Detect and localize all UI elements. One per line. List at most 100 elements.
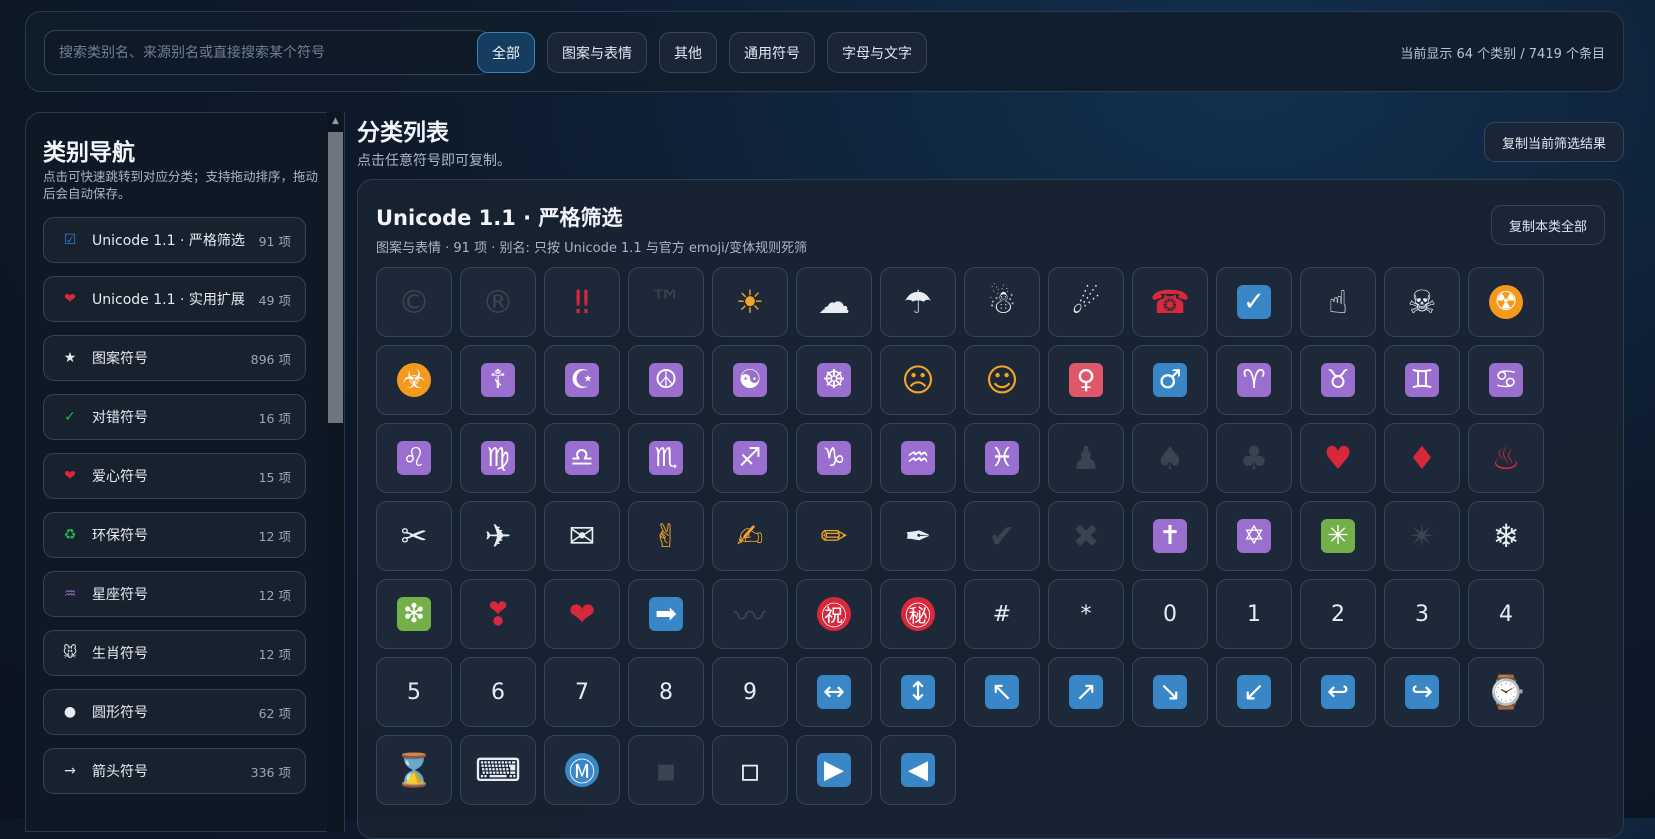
- symbol-cell[interactable]: ♦: [1384, 423, 1460, 493]
- symbol-cell[interactable]: ▫: [712, 735, 788, 805]
- sidebar-category-item[interactable]: ☑ Unicode 1.1 · 严格筛选 91 项: [43, 217, 306, 263]
- symbol-cell[interactable]: ✈: [460, 501, 536, 571]
- symbol-cell[interactable]: ❇: [376, 579, 452, 649]
- symbol-cell[interactable]: ♐: [712, 423, 788, 493]
- symbol-cell[interactable]: ♑: [796, 423, 872, 493]
- symbol-cell[interactable]: 2: [1300, 579, 1376, 649]
- symbol-cell[interactable]: ♋: [1468, 345, 1544, 415]
- symbol-cell[interactable]: ☃: [964, 267, 1040, 337]
- symbol-cell[interactable]: ☄: [1048, 267, 1124, 337]
- sidebar-category-item[interactable]: ❤ Unicode 1.1 · 实用扩展 49 项: [43, 276, 306, 322]
- symbol-cell[interactable]: ❣: [460, 579, 536, 649]
- symbol-cell[interactable]: ♒: [880, 423, 956, 493]
- filter-all-button[interactable]: 全部: [477, 32, 535, 73]
- symbol-cell[interactable]: ↪: [1384, 657, 1460, 727]
- symbol-cell[interactable]: ✔: [964, 501, 1040, 571]
- symbol-cell[interactable]: *: [1048, 579, 1124, 649]
- symbol-cell[interactable]: ♨: [1468, 423, 1544, 493]
- symbol-cell[interactable]: ♂: [1132, 345, 1208, 415]
- symbol-cell[interactable]: ↙: [1216, 657, 1292, 727]
- symbol-cell[interactable]: 8: [628, 657, 704, 727]
- symbol-cell[interactable]: ↕: [880, 657, 956, 727]
- symbol-cell[interactable]: ▪: [628, 735, 704, 805]
- symbol-cell[interactable]: ©: [376, 267, 452, 337]
- symbol-cell[interactable]: 〰: [712, 579, 788, 649]
- symbol-cell[interactable]: ☪: [544, 345, 620, 415]
- scroll-thumb[interactable]: [328, 132, 343, 423]
- symbol-cell[interactable]: ✂: [376, 501, 452, 571]
- symbol-cell[interactable]: ◀: [880, 735, 956, 805]
- symbol-cell[interactable]: ♏: [628, 423, 704, 493]
- symbol-cell[interactable]: ☢: [1468, 267, 1544, 337]
- sidebar-category-item[interactable]: ● 圆形符号 62 项: [43, 689, 306, 735]
- symbol-cell[interactable]: ↖: [964, 657, 1040, 727]
- filter-letters-button[interactable]: 字母与文字: [827, 32, 927, 73]
- symbol-cell[interactable]: ♟: [1048, 423, 1124, 493]
- symbol-cell[interactable]: ✴: [1384, 501, 1460, 571]
- symbol-cell[interactable]: ▶: [796, 735, 872, 805]
- sidebar-category-item[interactable]: ★ 图案符号 896 项: [43, 335, 306, 381]
- symbol-cell[interactable]: ➡: [628, 579, 704, 649]
- symbol-cell[interactable]: ✳: [1300, 501, 1376, 571]
- symbol-cell[interactable]: ♠: [1132, 423, 1208, 493]
- filter-other-button[interactable]: 其他: [659, 32, 717, 73]
- sidebar-category-item[interactable]: ❤ 爱心符号 15 项: [43, 453, 306, 499]
- symbol-cell[interactable]: Ⓜ: [544, 735, 620, 805]
- symbol-cell[interactable]: ☦: [460, 345, 536, 415]
- filter-emoji-button[interactable]: 图案与表情: [547, 32, 647, 73]
- symbol-cell[interactable]: ⌛: [376, 735, 452, 805]
- symbol-cell[interactable]: ☂: [880, 267, 956, 337]
- symbol-cell[interactable]: ✝: [1132, 501, 1208, 571]
- sidebar-category-item[interactable]: ♻ 环保符号 12 项: [43, 512, 306, 558]
- symbol-cell[interactable]: 4: [1468, 579, 1544, 649]
- filter-general-button[interactable]: 通用符号: [729, 32, 815, 73]
- symbol-cell[interactable]: ✌: [628, 501, 704, 571]
- symbol-cell[interactable]: ☠: [1384, 267, 1460, 337]
- symbol-cell[interactable]: 6: [460, 657, 536, 727]
- symbol-cell[interactable]: ↘: [1132, 657, 1208, 727]
- copy-filter-results-button[interactable]: 复制当前筛选结果: [1484, 122, 1624, 162]
- symbol-cell[interactable]: ❤: [544, 579, 620, 649]
- symbol-cell[interactable]: ⌚: [1468, 657, 1544, 727]
- symbol-cell[interactable]: ☣: [376, 345, 452, 415]
- symbol-cell[interactable]: ☯: [712, 345, 788, 415]
- symbol-cell[interactable]: ☝: [1300, 267, 1376, 337]
- symbol-cell[interactable]: ☸: [796, 345, 872, 415]
- symbol-cell[interactable]: 0: [1132, 579, 1208, 649]
- symbol-cell[interactable]: ✏: [796, 501, 872, 571]
- symbol-cell[interactable]: 3: [1384, 579, 1460, 649]
- sidebar-category-item[interactable]: ♒ 星座符号 12 项: [43, 571, 306, 617]
- symbol-cell[interactable]: ®: [460, 267, 536, 337]
- symbol-cell[interactable]: ↩: [1300, 657, 1376, 727]
- symbol-cell[interactable]: ✉: [544, 501, 620, 571]
- symbol-cell[interactable]: #: [964, 579, 1040, 649]
- symbol-cell[interactable]: 1: [1216, 579, 1292, 649]
- sidebar-category-item[interactable]: → 箭头符号 336 项: [43, 748, 306, 794]
- symbol-cell[interactable]: ↔: [796, 657, 872, 727]
- symbol-cell[interactable]: ☹: [880, 345, 956, 415]
- symbol-cell[interactable]: ♎: [544, 423, 620, 493]
- symbol-cell[interactable]: ✡: [1216, 501, 1292, 571]
- symbol-cell[interactable]: ♓: [964, 423, 1040, 493]
- symbol-cell[interactable]: ☀: [712, 267, 788, 337]
- symbol-cell[interactable]: ㊗: [796, 579, 872, 649]
- symbol-cell[interactable]: ☮: [628, 345, 704, 415]
- symbol-cell[interactable]: ✒: [880, 501, 956, 571]
- symbol-cell[interactable]: ❄: [1468, 501, 1544, 571]
- symbol-cell[interactable]: 9: [712, 657, 788, 727]
- symbol-cell[interactable]: 7: [544, 657, 620, 727]
- symbol-cell[interactable]: ✖: [1048, 501, 1124, 571]
- symbol-cell[interactable]: ✍: [712, 501, 788, 571]
- symbol-cell[interactable]: ♀: [1048, 345, 1124, 415]
- symbol-cell[interactable]: ‼: [544, 267, 620, 337]
- symbol-cell[interactable]: ™: [628, 267, 704, 337]
- symbol-cell[interactable]: ☁: [796, 267, 872, 337]
- symbol-cell[interactable]: ☺: [964, 345, 1040, 415]
- symbol-cell[interactable]: ✓: [1216, 267, 1292, 337]
- symbol-cell[interactable]: ♍: [460, 423, 536, 493]
- symbol-cell[interactable]: ㊙: [880, 579, 956, 649]
- scroll-up-arrow-icon[interactable]: ▲: [327, 114, 344, 128]
- sidebar-category-item[interactable]: ✓ 对错符号 16 项: [43, 394, 306, 440]
- symbol-cell[interactable]: ♉: [1300, 345, 1376, 415]
- symbol-cell[interactable]: ♣: [1216, 423, 1292, 493]
